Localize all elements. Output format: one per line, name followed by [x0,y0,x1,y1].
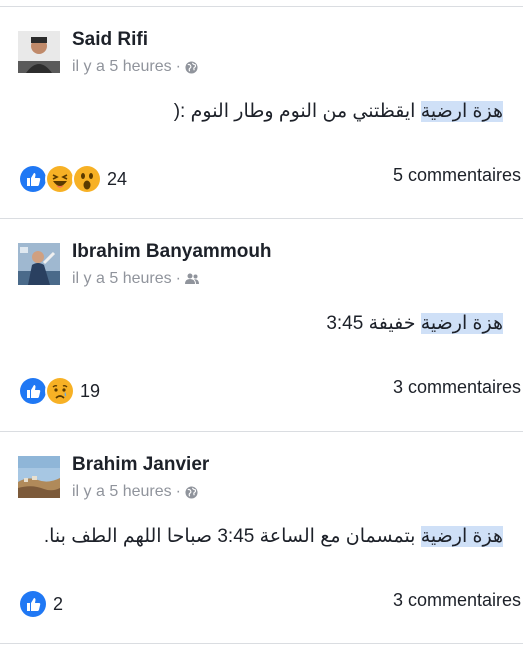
post-time[interactable]: il y a 5 heures [72,270,172,288]
post-meta: il y a 5 heures · [72,270,199,288]
author-name[interactable]: Ibrahim Banyammouh [72,241,272,263]
hashtag-highlight[interactable]: هزة ارضية [420,101,503,122]
post-text: هزة ارضية بتمسمان مع الساعة 3:45 صباحا ا… [44,525,503,548]
avatar[interactable] [18,31,60,73]
friends-icon [184,273,199,285]
like-icon [18,164,48,194]
sad-icon [45,376,75,406]
author-name[interactable]: Said Rifi [72,29,148,51]
post-text-rest: خفيفة 3:45 [326,313,421,334]
reactions-bar[interactable]: 2 [18,589,63,619]
reaction-count: 19 [80,380,101,401]
post-text-rest: بتمسمان مع الساعة 3:45 صباحا اللهم الطف … [43,526,421,547]
reactions-bar[interactable]: 19 [18,376,100,406]
globe-icon [185,485,198,499]
post-3: Brahim Janvier il y a 5 heures · هزة ارض… [0,432,523,642]
comments-link[interactable]: 5 commentaires [393,165,521,186]
post-2: Ibrahim Banyammouh il y a 5 heures · هزة… [0,219,523,429]
reactions-bar[interactable]: 24 [18,164,127,194]
avatar[interactable] [18,243,60,285]
avatar[interactable] [18,456,60,498]
post-text-rest: ايقظتني من النوم وطار النوم :( [173,101,421,122]
post-time[interactable]: il y a 5 heures [72,483,172,501]
post-1: Said Rifi il y a 5 heures · هزة ارضية اي… [0,7,523,217]
hashtag-highlight[interactable]: هزة ارضية [420,526,503,547]
divider-bottom [0,643,523,644]
post-text: هزة ارضية خفيفة 3:45 [326,312,503,335]
comments-link[interactable]: 3 commentaires [393,377,521,398]
post-meta: il y a 5 heures · [72,58,198,76]
globe-icon [185,60,198,74]
like-icon [18,376,48,406]
hashtag-highlight[interactable]: هزة ارضية [420,313,503,334]
post-meta: il y a 5 heures · [72,483,198,501]
like-icon [18,589,48,619]
post-time[interactable]: il y a 5 heures [72,58,172,76]
haha-icon [45,164,75,194]
post-text: هزة ارضية ايقظتني من النوم وطار النوم :( [174,100,503,123]
reaction-count: 24 [107,168,128,189]
reaction-count: 2 [53,593,64,614]
author-name[interactable]: Brahim Janvier [72,454,209,476]
comments-link[interactable]: 3 commentaires [393,590,521,611]
wow-icon [72,164,102,194]
